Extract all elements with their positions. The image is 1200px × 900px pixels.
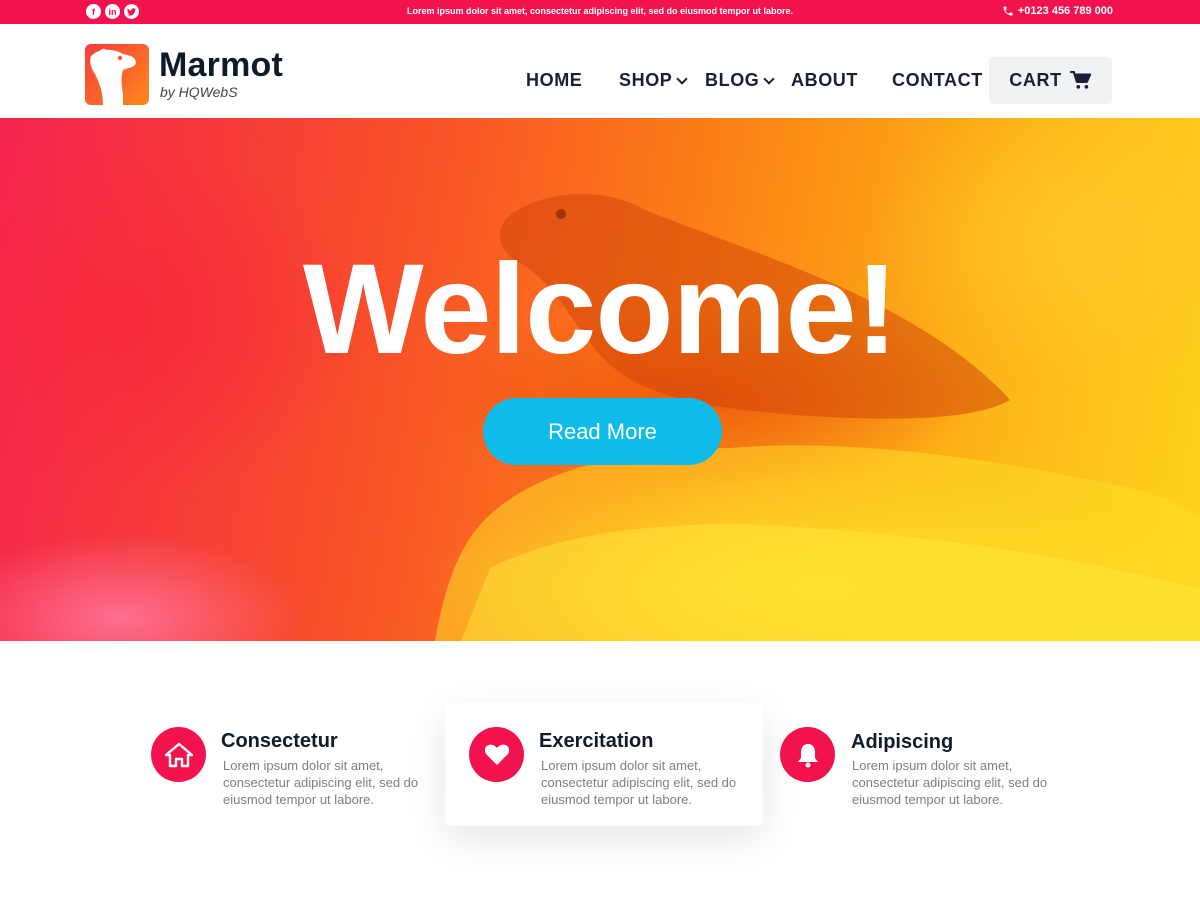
- marmot-logo-icon[interactable]: [85, 44, 149, 105]
- phone-number[interactable]: +0123 456 789 000: [1002, 5, 1113, 17]
- feature-title: Adipiscing: [851, 731, 954, 753]
- nav-shop-label: SHOP: [619, 70, 673, 90]
- logo-subtitle: by HQWebS: [160, 84, 238, 100]
- nav-contact[interactable]: CONTACT: [892, 70, 983, 91]
- feature-text: Lorem ipsum dolor sit amet, consectetur …: [852, 758, 1048, 807]
- feature-title: Exercitation: [539, 730, 654, 752]
- hero-banner: Welcome! Read More: [0, 118, 1200, 641]
- feature-text: Lorem ipsum dolor sit amet, consectetur …: [223, 758, 419, 807]
- cart-label: CART: [1009, 70, 1062, 90]
- nav-about-label: ABOUT: [791, 70, 858, 90]
- shopping-cart-icon: [1069, 71, 1091, 89]
- chevron-down-icon: [676, 72, 689, 85]
- feature-title: Consectetur: [221, 730, 338, 752]
- chevron-down-icon: [763, 72, 776, 85]
- read-more-button[interactable]: Read More: [483, 398, 722, 465]
- nav-home-label: HOME: [526, 70, 583, 90]
- nav-blog-label: BLOG: [705, 70, 760, 90]
- hero-heading: Welcome!: [302, 238, 898, 381]
- cart-button[interactable]: CART: [989, 57, 1112, 104]
- site-header: Marmot by HQWebS HOME SHOP BLOG ABOUT CO…: [0, 24, 1200, 118]
- heart-icon: [469, 727, 524, 782]
- nav-contact-label: CONTACT: [892, 70, 983, 90]
- phone-text: +0123 456 789 000: [1017, 5, 1113, 17]
- top-bar: f in Lorem ipsum dolor sit amet, consect…: [0, 0, 1200, 24]
- feature-text: Lorem ipsum dolor sit amet, consectetur …: [541, 758, 737, 807]
- nav-home[interactable]: HOME: [526, 70, 582, 91]
- nav-blog[interactable]: BLOG: [705, 70, 776, 91]
- nav-shop[interactable]: SHOP: [619, 70, 689, 91]
- phone-icon: [1003, 6, 1013, 16]
- logo-title[interactable]: Marmot: [159, 46, 283, 85]
- home-icon: [151, 727, 206, 782]
- bell-icon: [780, 727, 835, 782]
- nav-about[interactable]: ABOUT: [791, 70, 858, 91]
